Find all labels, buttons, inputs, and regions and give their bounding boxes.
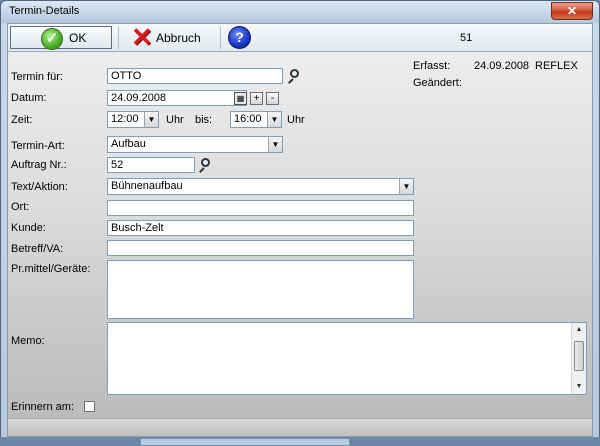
zeit-from-select[interactable]: 12:00 ▼ bbox=[107, 111, 159, 128]
prmittel-textarea[interactable] bbox=[107, 260, 414, 319]
erfasst-date: 24.09.2008 bbox=[474, 60, 530, 72]
text-aktion-label: Text/Aktion: bbox=[11, 181, 68, 193]
scroll-up-icon[interactable]: ▲ bbox=[572, 323, 586, 337]
window-title: Termin-Details bbox=[9, 5, 80, 17]
erinnern-label: Erinnern am: bbox=[11, 401, 74, 413]
uhr-label: Uhr bbox=[287, 114, 305, 126]
help-button[interactable]: ? bbox=[228, 26, 252, 49]
chevron-down-icon[interactable]: ▼ bbox=[399, 179, 413, 194]
termin-art-value: Aufbau bbox=[111, 138, 146, 150]
datum-input[interactable]: 24.09.2008 bbox=[107, 90, 247, 106]
date-plus-button[interactable]: + bbox=[250, 92, 263, 105]
chevron-down-icon[interactable]: ▼ bbox=[144, 112, 158, 127]
dialog-body: ✓ OK ✕ Abbruch ? 51 Erfasst: 24.09.2008 … bbox=[7, 23, 593, 437]
status-bar bbox=[8, 418, 592, 436]
ort-input[interactable] bbox=[107, 200, 414, 216]
termin-art-label: Termin-Art: bbox=[11, 140, 65, 152]
termin-fuer-label: Termin für: bbox=[11, 71, 63, 83]
taskbar-tab[interactable] bbox=[140, 438, 350, 446]
scroll-thumb[interactable] bbox=[574, 341, 584, 371]
zeit-to-value: 16:00 bbox=[234, 113, 262, 125]
toolbar: ✓ OK ✕ Abbruch ? 51 bbox=[8, 24, 592, 52]
uhr-label: Uhr bbox=[166, 114, 184, 126]
close-button[interactable]: ✕ bbox=[551, 2, 593, 20]
cancel-button[interactable]: ✕ Abbruch bbox=[126, 22, 222, 52]
zeit-from-value: 12:00 bbox=[111, 113, 139, 125]
auftrag-input[interactable]: 52 bbox=[107, 157, 195, 173]
help-icon: ? bbox=[228, 26, 251, 49]
text-aktion-select[interactable]: Bühnenaufbau ▼ bbox=[107, 178, 414, 195]
chevron-down-icon[interactable]: ▼ bbox=[267, 112, 281, 127]
betreff-input[interactable] bbox=[107, 240, 414, 256]
check-icon: ✓ bbox=[41, 28, 63, 50]
dialog-window: Termin-Details ✕ ✓ OK ✕ Abbruch ? 51 Erf… bbox=[0, 0, 600, 446]
erfasst-user: REFLEX bbox=[535, 60, 578, 72]
ok-button-label: OK bbox=[69, 31, 87, 45]
memo-label: Memo: bbox=[11, 335, 45, 347]
kunde-label: Kunde: bbox=[11, 222, 46, 234]
memo-scrollbar[interactable]: ▲ ▼ bbox=[571, 323, 586, 394]
close-icon: ✕ bbox=[566, 4, 578, 18]
calendar-icon[interactable]: ▦ bbox=[234, 92, 247, 105]
toolbar-separator bbox=[220, 27, 221, 49]
geaendert-label: Geändert: bbox=[413, 77, 462, 89]
memo-textarea[interactable]: ▲ ▼ bbox=[107, 322, 587, 395]
title-bar[interactable]: Termin-Details ✕ bbox=[1, 1, 599, 23]
termin-art-select[interactable]: Aufbau ▼ bbox=[107, 136, 283, 153]
termin-fuer-input[interactable]: OTTO bbox=[107, 68, 283, 84]
magnifier-icon[interactable] bbox=[287, 69, 301, 84]
cancel-button-label: Abbruch bbox=[156, 30, 201, 45]
ort-label: Ort: bbox=[11, 201, 30, 213]
date-minus-button[interactable]: - bbox=[266, 92, 279, 105]
auftrag-label: Auftrag Nr.: bbox=[11, 159, 67, 171]
datum-label: Datum: bbox=[11, 92, 47, 104]
text-aktion-value: Bühnenaufbau bbox=[111, 180, 183, 192]
erfasst-label: Erfasst: bbox=[413, 60, 451, 72]
prmittel-label: Pr.mittel/Geräte: bbox=[11, 263, 91, 275]
magnifier-icon[interactable] bbox=[198, 158, 212, 173]
taskbar-strip bbox=[0, 437, 600, 446]
x-icon: ✕ bbox=[131, 22, 153, 52]
scroll-down-icon[interactable]: ▼ bbox=[572, 380, 586, 394]
toolbar-separator bbox=[118, 27, 119, 49]
kunde-input[interactable]: Busch-Zelt bbox=[107, 220, 414, 236]
erinnern-checkbox[interactable] bbox=[84, 401, 95, 412]
bis-label: bis: bbox=[195, 114, 213, 126]
zeit-to-select[interactable]: 16:00 ▼ bbox=[230, 111, 282, 128]
chevron-down-icon[interactable]: ▼ bbox=[268, 137, 282, 152]
ok-button[interactable]: ✓ OK bbox=[10, 26, 112, 50]
zeit-label: Zeit: bbox=[11, 114, 33, 126]
record-number: 51 bbox=[460, 32, 473, 44]
betreff-label: Betreff/VA: bbox=[11, 243, 64, 255]
